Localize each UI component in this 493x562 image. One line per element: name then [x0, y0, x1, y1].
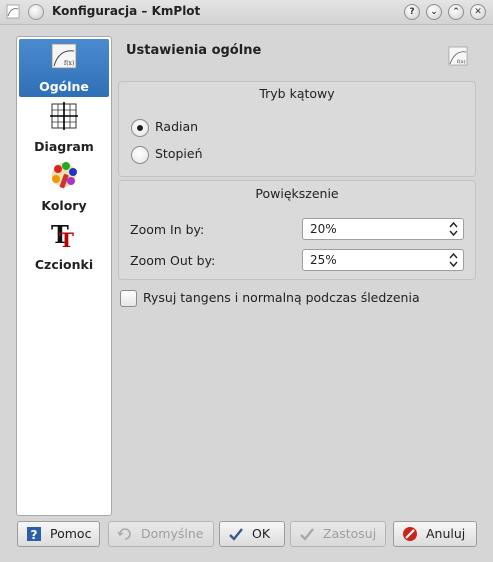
window-title: Konfiguracja – KmPlot	[52, 4, 201, 18]
title-bar: Konfiguracja – KmPlot ? ⌄ ⌃ ✕	[0, 0, 493, 25]
svg-text:?: ?	[31, 528, 38, 542]
degree-radio[interactable]	[131, 146, 149, 164]
ok-button-label: OK	[252, 526, 271, 541]
svg-text:f(x): f(x)	[457, 58, 466, 65]
sidebar-item-fonts[interactable]: T T Czcionki	[19, 217, 109, 275]
sidebar-item-label: Kolory	[41, 198, 87, 213]
settings-sidebar: f(x) Ogólne Diagram Kolory T T Czcionki	[16, 36, 112, 516]
apply-button[interactable]: Zastosuj	[290, 521, 386, 547]
defaults-button-label: Domyślne	[141, 526, 204, 541]
kmplot-icon: f(x)	[448, 46, 468, 66]
help-icon: ?	[27, 527, 41, 542]
defaults-button[interactable]: Domyślne	[108, 521, 214, 547]
radian-label: Radian	[155, 119, 199, 134]
page-title: Ustawienia ogólne	[126, 43, 262, 58]
trace-tangent-checkbox[interactable]	[120, 290, 137, 307]
svg-text:T: T	[59, 228, 74, 249]
zoom-in-value: 20%	[310, 222, 337, 236]
angle-mode-title: Tryb kątowy	[259, 86, 335, 101]
window-menu-button[interactable]	[28, 4, 44, 20]
sidebar-item-label: Czcionki	[34, 257, 94, 272]
checkmark-icon	[229, 528, 243, 541]
sidebar-item-label: Diagram	[34, 139, 94, 154]
sidebar-item-label: Ogólne	[39, 79, 89, 94]
apply-button-label: Zastosuj	[323, 526, 377, 541]
trace-tangent-label: Rysuj tangens i normalną podczas śledzen…	[143, 290, 420, 305]
zoom-in-spinbox[interactable]: 20%	[302, 218, 464, 240]
restore-defaults-icon	[117, 528, 131, 540]
spin-arrows-icon[interactable]	[449, 251, 458, 269]
cancel-icon	[403, 527, 417, 541]
zoom-out-spinbox[interactable]: 25%	[302, 249, 464, 271]
degree-label: Stopień	[155, 146, 203, 161]
close-button[interactable]: ✕	[470, 4, 486, 20]
help-button[interactable]: ? Pomoc	[17, 521, 100, 547]
font-icon: T T	[51, 220, 74, 249]
zoom-group: Powiększenie Zoom In by: 20% Zoom Out by…	[118, 180, 476, 280]
cancel-button[interactable]: Anuluj	[393, 521, 477, 547]
general-settings-icon: f(x)	[51, 43, 77, 69]
checkmark-icon	[300, 528, 314, 541]
zoom-out-value: 25%	[310, 253, 337, 267]
radian-radio[interactable]	[131, 119, 149, 137]
spin-arrows-icon[interactable]	[449, 220, 458, 238]
zoom-in-label: Zoom In by:	[130, 222, 205, 237]
color-palette-icon	[52, 162, 77, 189]
zoom-title: Powiększenie	[255, 186, 339, 201]
cancel-button-label: Anuluj	[426, 526, 466, 541]
sidebar-item-colors[interactable]: Kolory	[19, 158, 109, 216]
angle-mode-group: Tryb kątowy Radian Stopień	[118, 81, 476, 177]
sidebar-item-general[interactable]: f(x) Ogólne	[19, 39, 109, 97]
maximize-button[interactable]: ⌃	[448, 4, 464, 20]
help-button-label: Pomoc	[50, 526, 92, 541]
kmplot-app-icon	[6, 4, 20, 19]
minimize-button[interactable]: ⌄	[426, 4, 442, 20]
sidebar-item-diagram[interactable]: Diagram	[19, 99, 109, 157]
grid-diagram-icon	[50, 102, 78, 130]
zoom-out-label: Zoom Out by:	[130, 253, 216, 268]
ok-button[interactable]: OK	[219, 521, 285, 547]
svg-text:f(x): f(x)	[64, 60, 74, 67]
help-title-button[interactable]: ?	[404, 4, 420, 20]
